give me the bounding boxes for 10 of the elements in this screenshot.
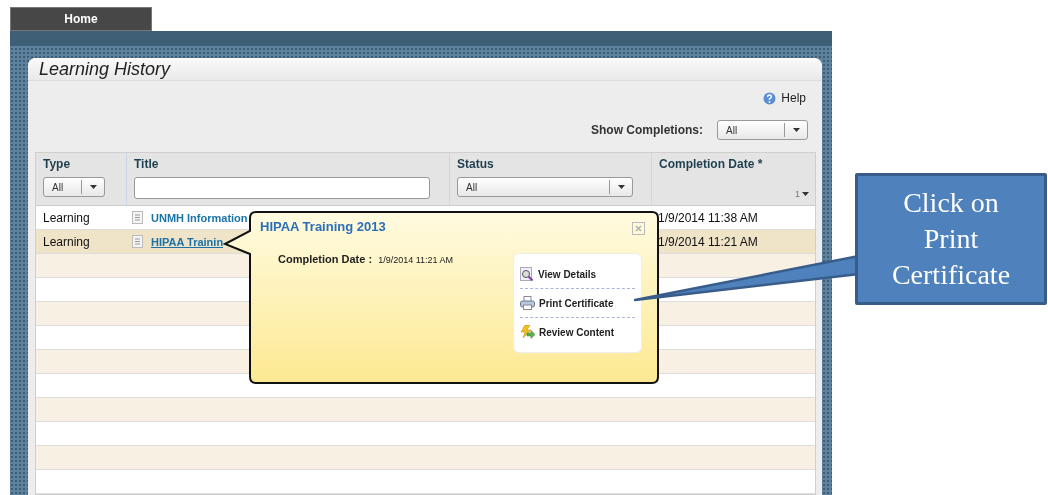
table-cell-text: Learning (42, 234, 91, 249)
field-value: 1/9/2014 11:21 AM (378, 255, 454, 265)
callout-text: Click on Print Certificate (890, 186, 1012, 292)
popup-title: HIPAA Training 2013 (260, 219, 386, 234)
table-cell-text: 1/9/2014 11:21 AM (657, 234, 759, 249)
field-label: Completion Date : (278, 253, 373, 265)
table-cell-text: Learning (42, 210, 91, 225)
panel-title: Learning History (28, 58, 822, 81)
filter-label: Show Completions: (591, 123, 703, 137)
table-cell-text: 1/9/2014 11:38 AM (657, 210, 759, 225)
